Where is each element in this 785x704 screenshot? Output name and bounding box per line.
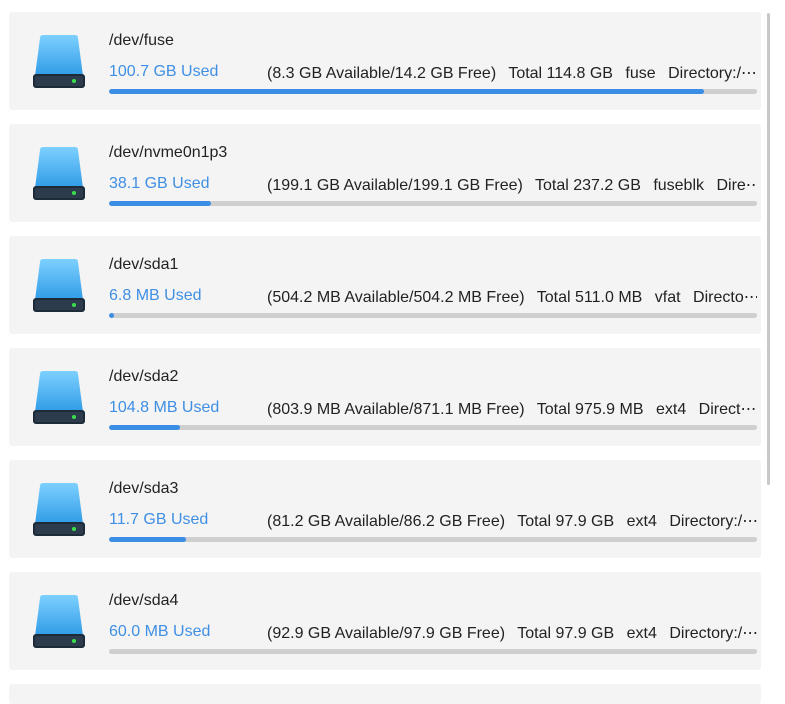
filesystem-type: fuse bbox=[625, 65, 656, 82]
used-space: 38.1 GB Used bbox=[109, 175, 210, 192]
filesystem-type: ext4 bbox=[626, 625, 657, 642]
hard-drive-icon bbox=[33, 147, 85, 200]
hard-drive-icon bbox=[33, 35, 85, 88]
total-size: Total 511.0 MB bbox=[536, 289, 643, 306]
available-space: (8.3 GB Available/14.2 GB Free) bbox=[267, 65, 497, 82]
mount-directory: Dire⋯ bbox=[716, 177, 757, 194]
usage-bar bbox=[109, 89, 757, 94]
hard-drive-icon bbox=[33, 483, 85, 536]
filesystem-type: ext4 bbox=[626, 513, 657, 530]
used-space: 100.7 GB Used bbox=[109, 63, 219, 80]
device-name: /dev/sda4 bbox=[109, 592, 179, 609]
device-card-partial[interactable] bbox=[9, 684, 761, 704]
filesystem-type: fuseblk bbox=[653, 177, 705, 194]
total-size: Total 237.2 GB bbox=[535, 177, 641, 194]
usage-bar bbox=[109, 537, 757, 542]
device-list: /dev/fuse 100.7 GB Used (8.3 GB Availabl… bbox=[0, 0, 785, 704]
device-details: (199.1 GB Available/199.1 GB Free) Total… bbox=[267, 175, 757, 195]
usage-bar-fill bbox=[109, 89, 704, 94]
usage-bar bbox=[109, 313, 757, 318]
vertical-scrollbar[interactable] bbox=[767, 13, 770, 485]
device-card[interactable]: /dev/nvme0n1p3 38.1 GB Used (199.1 GB Av… bbox=[9, 124, 761, 222]
available-space: (81.2 GB Available/86.2 GB Free) bbox=[267, 513, 506, 530]
device-name: /dev/sda3 bbox=[109, 480, 179, 497]
filesystem-type: ext4 bbox=[655, 401, 687, 418]
device-card[interactable]: /dev/sda4 60.0 MB Used (92.9 GB Availabl… bbox=[9, 572, 761, 670]
used-space: 11.7 GB Used bbox=[109, 511, 209, 528]
device-name: /dev/sda1 bbox=[109, 256, 179, 273]
mount-directory: Directory:/⋯ bbox=[668, 65, 757, 82]
available-space: (504.2 MB Available/504.2 MB Free) bbox=[267, 289, 525, 306]
device-name: /dev/sda2 bbox=[109, 368, 179, 385]
total-size: Total 114.8 GB bbox=[508, 65, 613, 82]
device-details: (8.3 GB Available/14.2 GB Free) Total 11… bbox=[267, 63, 757, 83]
device-card[interactable]: /dev/sda3 11.7 GB Used (81.2 GB Availabl… bbox=[9, 460, 761, 558]
total-size: Total 97.9 GB bbox=[517, 625, 615, 642]
total-size: Total 97.9 GB bbox=[517, 513, 615, 530]
device-card[interactable]: /dev/fuse 100.7 GB Used (8.3 GB Availabl… bbox=[9, 12, 761, 110]
usage-bar-fill bbox=[109, 201, 212, 206]
device-details: (504.2 MB Available/504.2 MB Free) Total… bbox=[267, 287, 757, 307]
usage-bar bbox=[109, 425, 757, 430]
usage-bar-fill bbox=[109, 425, 180, 430]
device-details: (81.2 GB Available/86.2 GB Free) Total 9… bbox=[267, 511, 757, 531]
device-details: (803.9 MB Available/871.1 MB Free) Total… bbox=[267, 399, 757, 419]
mount-directory: Directory:/⋯ bbox=[669, 625, 757, 642]
usage-bar-fill bbox=[109, 313, 115, 318]
used-space: 6.8 MB Used bbox=[109, 287, 202, 304]
filesystem-type: vfat bbox=[654, 289, 681, 306]
total-size: Total 975.9 MB bbox=[536, 401, 644, 418]
device-card[interactable]: /dev/sda2 104.8 MB Used (803.9 MB Availa… bbox=[9, 348, 761, 446]
device-name: /dev/fuse bbox=[109, 32, 174, 49]
usage-bar-fill bbox=[109, 537, 187, 542]
available-space: (92.9 GB Available/97.9 GB Free) bbox=[267, 625, 506, 642]
mount-directory: Directory:/⋯ bbox=[669, 513, 757, 530]
device-card[interactable]: /dev/sda1 6.8 MB Used (504.2 MB Availabl… bbox=[9, 236, 761, 334]
used-space: 60.0 MB Used bbox=[109, 623, 211, 640]
hard-drive-icon bbox=[33, 595, 85, 648]
device-name: /dev/nvme0n1p3 bbox=[109, 144, 228, 161]
usage-bar bbox=[109, 201, 757, 206]
available-space: (803.9 MB Available/871.1 MB Free) bbox=[267, 401, 525, 418]
mount-directory: Direct⋯ bbox=[698, 401, 757, 418]
hard-drive-icon bbox=[33, 259, 85, 312]
mount-directory: Directo⋯ bbox=[693, 289, 757, 306]
available-space: (199.1 GB Available/199.1 GB Free) bbox=[267, 177, 523, 194]
used-space: 104.8 MB Used bbox=[109, 399, 220, 416]
device-details: (92.9 GB Available/97.9 GB Free) Total 9… bbox=[267, 623, 757, 643]
hard-drive-icon bbox=[33, 371, 85, 424]
usage-bar bbox=[109, 649, 757, 654]
